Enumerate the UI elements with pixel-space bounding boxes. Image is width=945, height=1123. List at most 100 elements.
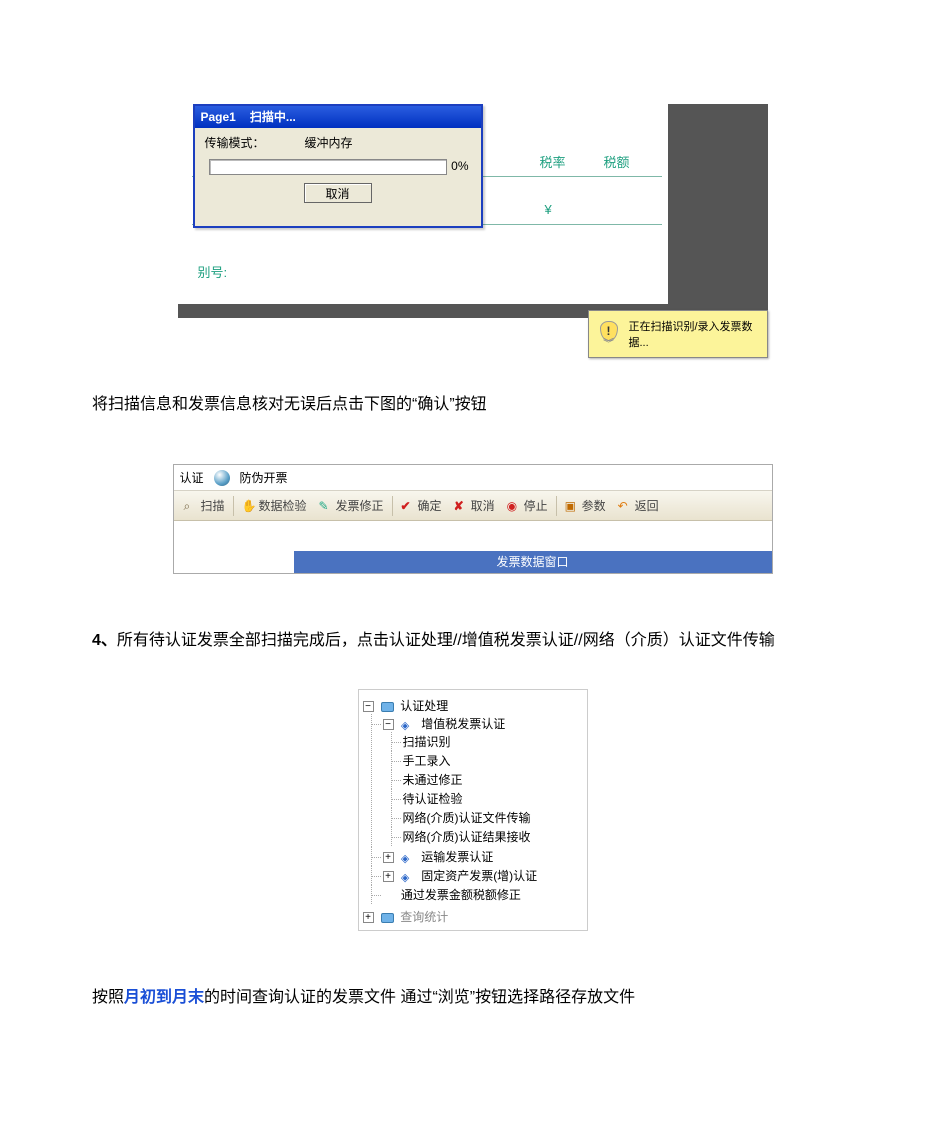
label-tax-rate: 税率 bbox=[540, 152, 566, 171]
tree-transport-label: 运输发票认证 bbox=[421, 850, 493, 864]
label-id-number: 别号: bbox=[198, 262, 228, 281]
dialog-title-page: Page1 bbox=[201, 106, 236, 128]
progress-bar bbox=[209, 159, 447, 175]
value-transfer-mode: 缓冲内存 bbox=[305, 134, 353, 151]
tree-leaf[interactable]: 未通过修正 bbox=[403, 770, 583, 789]
stop-icon: ◉ bbox=[507, 499, 521, 513]
edit-icon: ✎ bbox=[319, 499, 333, 513]
check-icon: ✋ bbox=[242, 499, 256, 513]
back-label: 返回 bbox=[635, 497, 659, 514]
para3-post: 的时间查询认证的发票文件 通过“浏览”按钮选择路径存放文件 bbox=[204, 989, 635, 1006]
tree-audit-label: 查询统计 bbox=[400, 910, 448, 924]
stop-button[interactable]: ◉ 停止 bbox=[501, 492, 554, 520]
data-check-label: 数据检验 bbox=[259, 497, 307, 514]
chevron-down-icon: ︾ bbox=[603, 341, 614, 348]
paragraph-browse-instruction: 按照月初到月末的时间查询认证的发票文件 通过“浏览”按钮选择路径存放文件 bbox=[60, 979, 885, 1017]
menu-bar: 认证 防伪开票 bbox=[174, 465, 772, 491]
scan-tooltip: ! ︾ 正在扫描识别/录入发票数据... bbox=[588, 310, 768, 358]
tree-root-auth[interactable]: − 认证处理 − ◈ 增值税发票认证 扫描识别 手工录入 未通过修正 待认证检验… bbox=[363, 696, 583, 905]
tree-node-fixed-asset[interactable]: + ◈ 固定资产发票(增)认证 bbox=[383, 866, 583, 885]
para3-date-range: 月初到月末 bbox=[124, 989, 204, 1006]
expand-icon[interactable]: + bbox=[383, 852, 394, 863]
tree-root-label: 认证处理 bbox=[400, 699, 448, 713]
tree-leaf[interactable]: 待认证检验 bbox=[403, 789, 583, 808]
dark-border-right bbox=[668, 104, 768, 304]
collapse-icon[interactable]: − bbox=[383, 719, 394, 730]
paragraph-confirm-instruction: 将扫描信息和发票信息核对无误后点击下图的“确认”按钮 bbox=[60, 386, 885, 424]
cancel-button[interactable]: ✘ 取消 bbox=[448, 492, 501, 520]
params-button[interactable]: ▣ 参数 bbox=[559, 492, 612, 520]
label-transfer-mode: 传输模式： bbox=[205, 134, 265, 151]
cross-icon: ✘ bbox=[454, 499, 468, 513]
cancel-button[interactable]: 取消 bbox=[304, 183, 372, 203]
toolbar-separator bbox=[233, 496, 234, 516]
tree-leaf-label: 网络(介质)认证文件传输 bbox=[403, 811, 531, 825]
tree-leaf-label: 未通过修正 bbox=[403, 773, 463, 787]
toolbar-separator bbox=[556, 496, 557, 516]
dialog-title-status: 扫描中... bbox=[250, 106, 296, 128]
tree-vat-label: 增值税发票认证 bbox=[421, 717, 505, 731]
node-icon: ◈ bbox=[401, 852, 415, 864]
tree-root-audit[interactable]: + 查询统计 bbox=[363, 907, 583, 926]
step-4-text: 所有待认证发票全部扫描完成后，点击认证处理//增值税发票认证//网络（介质）认证… bbox=[117, 632, 775, 649]
data-check-button[interactable]: ✋ 数据检验 bbox=[236, 492, 313, 520]
cancel-label: 取消 bbox=[471, 497, 495, 514]
menu-item-auth[interactable]: 认证 bbox=[180, 469, 204, 486]
folder-icon bbox=[381, 913, 394, 923]
invoice-fix-label: 发票修正 bbox=[336, 497, 384, 514]
invoice-fix-button[interactable]: ✎ 发票修正 bbox=[313, 492, 390, 520]
tree-node-vat[interactable]: − ◈ 增值税发票认证 扫描识别 手工录入 未通过修正 待认证检验 网络(介质)… bbox=[383, 714, 583, 847]
screenshot-background: 税率 税额 ¥ 别号: Page1 扫描中... 传输模式： 缓冲内存 bbox=[178, 104, 768, 318]
invoice-form-area: 税率 税额 ¥ 别号: Page1 扫描中... 传输模式： 缓冲内存 bbox=[178, 104, 668, 304]
tree-fixed-asset-label: 固定资产发票(增)认证 bbox=[421, 869, 537, 883]
tree-leaf[interactable]: 手工录入 bbox=[403, 751, 583, 770]
toolbar: ⌕ 扫描 ✋ 数据检验 ✎ 发票修正 ✔ 确定 ✘ 取消 ◉ bbox=[174, 491, 772, 521]
paragraph-step-4: 4、所有待认证发票全部扫描完成后，点击认证处理//增值税发票认证//网络（介质）… bbox=[60, 622, 885, 660]
scan-dialog-screenshot: 税率 税额 ¥ 别号: Page1 扫描中... 传输模式： 缓冲内存 bbox=[178, 100, 768, 338]
collapse-icon[interactable]: − bbox=[363, 701, 374, 712]
stop-label: 停止 bbox=[524, 497, 548, 514]
label-tax-amount: 税额 bbox=[604, 152, 630, 171]
tree-leaf-amount-fix[interactable]: 通过发票金额税额修正 bbox=[383, 885, 583, 904]
toolbar-screenshot: 认证 防伪开票 ⌕ 扫描 ✋ 数据检验 ✎ 发票修正 ✔ 确定 bbox=[173, 464, 773, 574]
params-label: 参数 bbox=[582, 497, 606, 514]
dialog-titlebar[interactable]: Page1 扫描中... bbox=[195, 106, 481, 128]
check-mark-icon: ✔ bbox=[401, 499, 415, 513]
confirm-button[interactable]: ✔ 确定 bbox=[395, 492, 448, 520]
expand-icon[interactable]: + bbox=[383, 871, 394, 882]
subwindow-title: 发票数据窗口 bbox=[294, 551, 772, 573]
currency-symbol: ¥ bbox=[545, 202, 552, 217]
params-icon: ▣ bbox=[565, 499, 579, 513]
scan-icon: ⌕ bbox=[184, 499, 198, 513]
scanning-dialog: Page1 扫描中... 传输模式： 缓冲内存 0% 取消 bbox=[193, 104, 483, 228]
toolbar-separator bbox=[392, 496, 393, 516]
toolbar-blank-area bbox=[174, 521, 772, 551]
folder-icon bbox=[381, 702, 394, 712]
tree-leaf[interactable]: 扫描识别 bbox=[403, 732, 583, 751]
node-icon: ◈ bbox=[401, 719, 415, 731]
tooltip-text: 正在扫描识别/录入发票数据... bbox=[629, 318, 761, 350]
back-button[interactable]: ↶ 返回 bbox=[612, 492, 665, 520]
para3-pre: 按照 bbox=[92, 989, 124, 1006]
tree-node-transport[interactable]: + ◈ 运输发票认证 bbox=[383, 847, 583, 866]
menu-item-antifake[interactable]: 防伪开票 bbox=[240, 469, 288, 486]
tree-leaf-label: 手工录入 bbox=[403, 754, 451, 768]
tree-leaf[interactable]: 网络(介质)认证文件传输 bbox=[403, 808, 583, 827]
expand-icon[interactable]: + bbox=[363, 912, 374, 923]
node-icon: ◈ bbox=[401, 871, 415, 883]
progress-percent: 0% bbox=[445, 159, 469, 173]
tree-leaf-label: 待认证检验 bbox=[403, 792, 463, 806]
back-arrow-icon: ↶ bbox=[618, 499, 632, 513]
shield-alert-icon: ! ︾ bbox=[595, 317, 623, 351]
globe-icon bbox=[214, 470, 230, 486]
tree-leaf-label: 网络(介质)认证结果接收 bbox=[403, 830, 531, 844]
step-number: 4、 bbox=[92, 632, 117, 649]
scan-label: 扫描 bbox=[201, 497, 225, 514]
scan-button[interactable]: ⌕ 扫描 bbox=[178, 492, 231, 520]
tree-amount-fix-label: 通过发票金额税额修正 bbox=[401, 888, 521, 902]
tree-leaf-label: 扫描识别 bbox=[403, 735, 451, 749]
tree-leaf[interactable]: 网络(介质)认证结果接收 bbox=[403, 827, 583, 846]
nav-tree-screenshot: − 认证处理 − ◈ 增值税发票认证 扫描识别 手工录入 未通过修正 待认证检验… bbox=[358, 689, 588, 931]
subwindow-left-gap bbox=[174, 551, 294, 573]
confirm-label: 确定 bbox=[418, 497, 442, 514]
